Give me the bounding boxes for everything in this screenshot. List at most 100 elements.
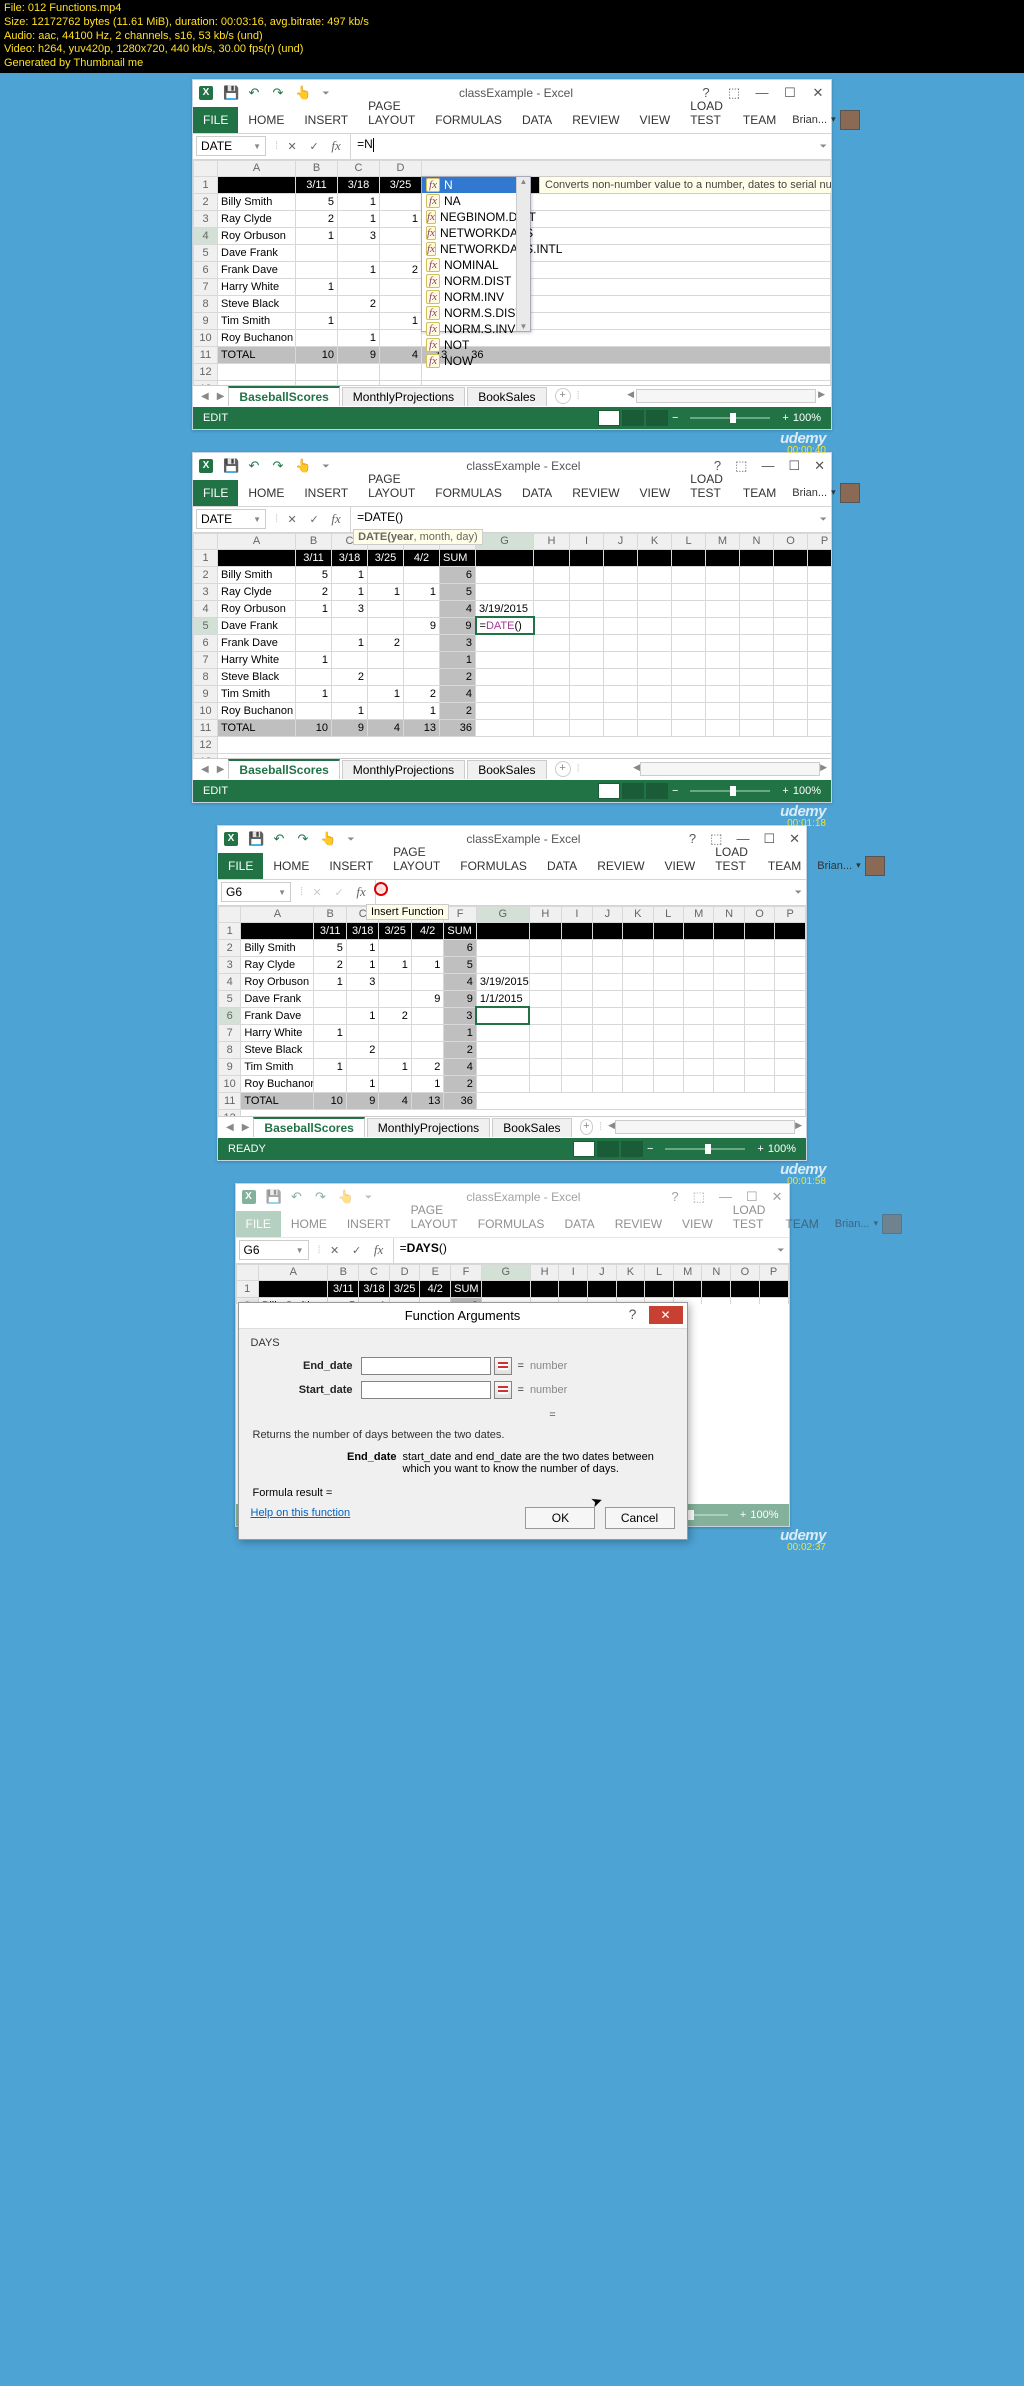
scrollbar[interactable] (516, 177, 530, 331)
save-icon[interactable]: 💾 (223, 459, 237, 473)
autocomplete-item[interactable]: fxN (422, 177, 530, 193)
spreadsheet-grid[interactable]: ABCDEFGHIJKLMNOP 13/113/183/254/2SUM 2Bi… (236, 1264, 789, 1304)
help-icon[interactable]: ? (689, 831, 696, 847)
sheet-tab-monthlyprojections[interactable]: MonthlyProjections (342, 387, 465, 406)
ribbon-tab[interactable]: DATA (512, 107, 562, 133)
user-account[interactable]: Brian...▾ (786, 107, 865, 133)
fbar-expand-icon[interactable]: ⏷ (791, 887, 806, 898)
insert-function-icon[interactable]: fx (328, 511, 344, 527)
autocomplete-item[interactable]: fxNORM.INV (422, 289, 530, 305)
ribbon-tab[interactable]: LOAD TEST (680, 93, 733, 133)
ok-button[interactable]: OK (525, 1507, 595, 1529)
user-account[interactable]: Brian...▾ (811, 853, 890, 879)
horizontal-scrollbar[interactable] (640, 762, 820, 776)
page-layout-view-icon[interactable] (622, 410, 644, 426)
cancel-formula-icon[interactable]: ✕ (284, 140, 300, 153)
name-box[interactable]: G6▼ (221, 882, 291, 902)
autocomplete-item[interactable]: fxNOMINAL (422, 257, 530, 273)
autocomplete-item[interactable]: fxNOW (422, 353, 530, 369)
touch-icon[interactable]: 👆 (295, 459, 309, 473)
enter-formula-icon[interactable]: ✓ (306, 140, 322, 153)
select-all-cell[interactable] (194, 160, 218, 176)
close-icon[interactable]: ✕ (789, 831, 800, 847)
touch-icon[interactable]: 👆 (295, 86, 309, 100)
page-break-view-icon[interactable] (646, 410, 668, 426)
dialog-help-icon[interactable]: ? (623, 1306, 643, 1322)
zoom-slider[interactable] (690, 417, 770, 419)
undo-icon[interactable]: ↶ (247, 86, 261, 100)
ribbon-tab-file[interactable]: FILE (236, 1211, 281, 1237)
autocomplete-item[interactable]: fxNORM.S.INV (422, 321, 530, 337)
zoom-in-icon[interactable]: + (778, 785, 792, 797)
qat-dropdown-icon[interactable]: ⏷ (344, 832, 358, 846)
dialog-close-icon[interactable]: ✕ (649, 1306, 683, 1324)
insert-function-icon[interactable]: fx (353, 884, 369, 900)
add-sheet-button[interactable]: + (580, 1119, 594, 1135)
insert-function-icon[interactable]: fx (328, 138, 344, 154)
fbar-expand-icon[interactable]: ⏷ (816, 514, 831, 525)
page-layout-view-icon[interactable] (622, 783, 644, 799)
sheet-tab-booksales[interactable]: BookSales (467, 387, 546, 406)
page-break-view-icon[interactable] (646, 783, 668, 799)
enter-formula-icon[interactable]: ✓ (306, 513, 322, 526)
fbar-expand-icon[interactable]: ⏷ (816, 141, 831, 152)
maximize-icon[interactable]: ☐ (783, 86, 797, 100)
redo-icon[interactable]: ↷ (271, 459, 285, 473)
spreadsheet-grid[interactable]: ABCDEFGHIJKLMNOP 13/113/183/254/2SUM 2Bi… (218, 906, 806, 1116)
ribbon-tab-file[interactable]: FILE (193, 480, 238, 506)
active-cell[interactable]: =DATE() (476, 617, 534, 634)
autocomplete-item[interactable]: fxNORM.S.DIST (422, 305, 530, 321)
end-date-input[interactable] (361, 1357, 491, 1375)
ribbon-tab[interactable]: FORMULAS (425, 107, 512, 133)
ribbon-tab[interactable]: HOME (238, 107, 294, 133)
redo-icon[interactable]: ↷ (296, 832, 310, 846)
formula-input[interactable]: =N (350, 134, 816, 159)
sheet-nav-prev-icon[interactable]: ◀ (197, 391, 213, 402)
range-select-icon[interactable] (494, 1357, 512, 1375)
sheet-nav-next-icon[interactable]: ▶ (213, 764, 229, 775)
spreadsheet-grid[interactable]: ABCDE FGHIJKLMNOP 13/113/183/254/2SUM 2B… (193, 533, 831, 758)
ribbon-tab-file[interactable]: FILE (193, 107, 238, 133)
add-sheet-button[interactable]: + (555, 388, 571, 404)
enter-formula-icon[interactable]: ✓ (331, 886, 347, 899)
insert-function-icon[interactable]: fx (371, 1242, 387, 1258)
undo-icon[interactable]: ↶ (272, 832, 286, 846)
autocomplete-item[interactable]: fxNA (422, 193, 530, 209)
normal-view-icon[interactable] (598, 783, 620, 799)
active-cell[interactable] (476, 1007, 529, 1024)
ribbon-tab[interactable]: INSERT (294, 107, 358, 133)
cancel-formula-icon[interactable]: ✕ (284, 513, 300, 526)
maximize-icon[interactable]: ☐ (763, 831, 775, 847)
autocomplete-item[interactable]: fxNETWORKDAYS.INTL (422, 241, 530, 257)
qat-dropdown-icon[interactable]: ⏷ (319, 86, 333, 100)
row-header[interactable]: 1 (194, 176, 218, 193)
autocomplete-item[interactable]: fxNEGBINOM.DIST (422, 209, 530, 225)
horizontal-scrollbar[interactable] (636, 389, 816, 403)
add-sheet-button[interactable]: + (555, 761, 571, 777)
enter-formula-icon[interactable]: ✓ (349, 1244, 365, 1257)
sheet-nav-next-icon[interactable]: ▶ (213, 391, 229, 402)
autocomplete-item[interactable]: fxNETWORKDAYS (422, 225, 530, 241)
formula-input[interactable]: =DATE() DATE(year, month, day) (350, 507, 816, 532)
ribbon-tab[interactable]: TEAM (733, 107, 786, 133)
save-icon[interactable]: 💾 (266, 1190, 280, 1204)
save-icon[interactable]: 💾 (248, 832, 262, 846)
close-icon[interactable]: ✕ (814, 458, 825, 474)
cancel-formula-icon[interactable]: ✕ (309, 886, 325, 899)
sheet-nav-next-icon[interactable]: ▶ (238, 1122, 254, 1133)
zoom-level[interactable]: 100% (793, 412, 821, 424)
autocomplete-item[interactable]: fxNOT (422, 337, 530, 353)
formula-input[interactable]: =DAYS() (393, 1238, 774, 1263)
formula-input[interactable] (375, 880, 791, 905)
minimize-icon[interactable]: — (761, 458, 774, 474)
horizontal-scrollbar[interactable] (615, 1120, 795, 1134)
start-date-input[interactable] (361, 1381, 491, 1399)
ribbon-tab[interactable]: VIEW (630, 107, 681, 133)
cancel-button[interactable]: Cancel (605, 1507, 675, 1529)
touch-icon[interactable]: 👆 (320, 832, 334, 846)
zoom-out-icon[interactable]: − (668, 412, 682, 424)
sheet-tab-baseballscores[interactable]: BaseballScores (228, 386, 339, 406)
zoom-in-icon[interactable]: + (778, 412, 792, 424)
cancel-formula-icon[interactable]: ✕ (327, 1244, 343, 1257)
ribbon-toggle-icon[interactable]: ⬚ (735, 458, 747, 474)
